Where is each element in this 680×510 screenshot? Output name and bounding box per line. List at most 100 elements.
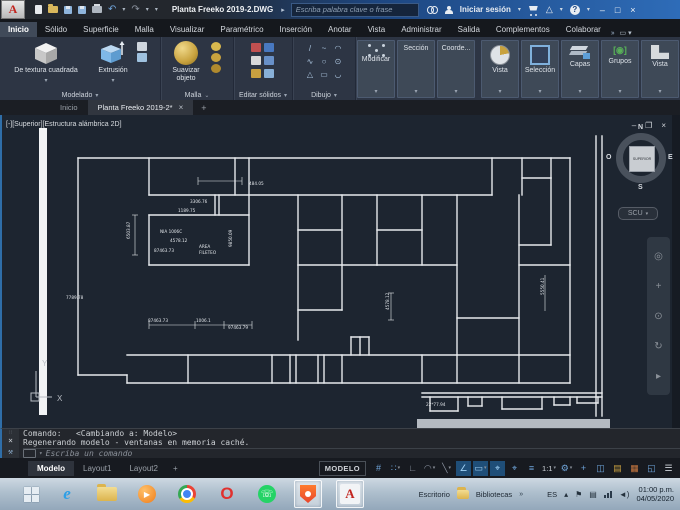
annotation-visibility-icon[interactable]: ⚙ ▾ bbox=[559, 461, 574, 476]
draw-tool-icon[interactable]: ⊙ bbox=[332, 55, 345, 67]
ribbon-tab-vista[interactable]: Vista bbox=[360, 22, 394, 37]
annotation-scale-label[interactable]: 1:1 ▾ bbox=[541, 461, 557, 476]
app-menu-button[interactable]: A bbox=[1, 0, 25, 19]
action-center-icon[interactable]: ▤ bbox=[589, 490, 597, 499]
sign-in-dropdown-icon[interactable]: ▾ bbox=[518, 6, 521, 13]
whatsapp-icon[interactable]: ☏ bbox=[254, 481, 280, 507]
autosnap-icon[interactable]: ∠ bbox=[456, 460, 472, 476]
lineweight-icon[interactable]: ≡ bbox=[524, 461, 539, 476]
ribbon-tab-colaborar[interactable]: Colaborar bbox=[558, 22, 609, 37]
ribbon-tab-superficie[interactable]: Superficie bbox=[75, 22, 127, 37]
smooth-object-tool[interactable]: Suavizar objeto bbox=[164, 40, 208, 82]
mesh-tool-icon[interactable] bbox=[211, 53, 221, 62]
graphics-performance-icon[interactable]: ▦ bbox=[627, 461, 642, 476]
tracking-icon[interactable]: ⌖ bbox=[507, 461, 522, 476]
draw-tool-icon[interactable]: ◡ bbox=[332, 68, 345, 80]
panel-coordenadas[interactable]: Coorde... ▾ bbox=[437, 40, 475, 98]
panel-seleccion[interactable]: Selección ▾ bbox=[521, 40, 559, 98]
action-flag-icon[interactable]: ⚑ bbox=[575, 490, 582, 499]
ribbon-tab-complementos[interactable]: Complementos bbox=[488, 22, 558, 37]
close-button[interactable]: × bbox=[630, 5, 635, 15]
pan-icon[interactable]: + bbox=[656, 281, 662, 292]
clock[interactable]: 01:00 p.m. 04/05/2020 bbox=[636, 485, 674, 504]
ribbon-overflow-icon[interactable]: ›› bbox=[611, 30, 615, 37]
sign-in-button[interactable]: Iniciar sesión bbox=[460, 5, 511, 14]
dynamic-input-icon[interactable]: ▭ ▾ bbox=[473, 460, 489, 476]
viewcube-west[interactable]: O bbox=[606, 154, 611, 161]
mesh-tool-icon[interactable] bbox=[211, 42, 221, 51]
new-layout-button[interactable]: + bbox=[167, 464, 184, 473]
help-dropdown-icon[interactable]: ▾ bbox=[587, 6, 590, 13]
orbit-icon[interactable]: ↻ bbox=[654, 341, 662, 352]
command-dropdown-icon[interactable]: ▾ bbox=[39, 450, 43, 457]
solid-edit-tool-icon[interactable] bbox=[251, 43, 261, 52]
layout-tab-layout2[interactable]: Layout2 bbox=[120, 461, 166, 476]
solid-edit-tool-icon[interactable] bbox=[264, 43, 274, 52]
autocad-taskbar-icon[interactable]: A bbox=[336, 480, 364, 508]
viewcube[interactable]: SUPERIOR N S O E bbox=[606, 124, 673, 191]
draw-tool-icon[interactable]: ∿ bbox=[304, 55, 317, 67]
help-icon[interactable]: ? bbox=[569, 4, 580, 15]
ucs-button[interactable]: SCU ▾ bbox=[618, 207, 658, 220]
viewcube-north[interactable]: N bbox=[638, 124, 643, 131]
panel-vista-2[interactable]: Vista ▾ bbox=[641, 40, 679, 98]
libraries-folder-icon[interactable] bbox=[456, 486, 469, 499]
save-icon[interactable] bbox=[64, 5, 72, 14]
polar-tracking-icon[interactable]: ◠ ▾ bbox=[422, 461, 437, 476]
chrome-icon[interactable] bbox=[174, 481, 200, 507]
hidden-icons-button[interactable]: ▴ bbox=[564, 490, 568, 499]
toolbar-chevron-icon[interactable]: » bbox=[519, 491, 523, 498]
steering-wheel-icon[interactable]: ◎ bbox=[654, 251, 663, 262]
ribbon-tab-salida[interactable]: Salida bbox=[450, 22, 488, 37]
workspace-icon[interactable]: + bbox=[576, 461, 591, 476]
ribbon-tab-inicio[interactable]: Inicio bbox=[0, 22, 37, 37]
modeling-tool-icon[interactable] bbox=[137, 53, 147, 62]
drawing-canvas[interactable]: [-][Superior][Estructura alámbrica 2D] 4… bbox=[0, 115, 680, 428]
extrusion-tool[interactable]: Extrusión ▾ bbox=[92, 40, 134, 84]
plot-icon[interactable] bbox=[92, 4, 102, 13]
new-file-icon[interactable] bbox=[35, 5, 42, 14]
undo-icon[interactable]: ↶ bbox=[108, 4, 116, 14]
clean-screen-icon[interactable]: ◱ bbox=[644, 461, 659, 476]
solid-edit-tool-icon[interactable] bbox=[264, 69, 274, 78]
draw-tool-icon[interactable]: ▭ bbox=[318, 68, 331, 80]
ribbon-tab-administrar[interactable]: Administrar bbox=[393, 22, 449, 37]
ribbon-tab-malla[interactable]: Malla bbox=[127, 22, 162, 37]
command-close-icon[interactable]: × bbox=[8, 437, 13, 445]
panel-vista-1[interactable]: Vista ▾ bbox=[481, 40, 519, 98]
snap-icon[interactable]: ∷ ▾ bbox=[388, 461, 403, 476]
store-cart-icon[interactable] bbox=[528, 6, 539, 16]
viewcube-south[interactable]: S bbox=[638, 184, 643, 191]
panel-label-dibujo[interactable]: Dibujo ▾ bbox=[293, 90, 355, 100]
quick-access-dropdown-icon[interactable]: ▾ bbox=[155, 6, 158, 13]
draw-tool-icon[interactable]: ○ bbox=[318, 55, 331, 67]
osnap-icon[interactable]: ⌖ bbox=[490, 460, 506, 476]
viewcube-east[interactable]: E bbox=[668, 154, 673, 161]
open-file-icon[interactable] bbox=[48, 4, 58, 13]
textured-box-tool[interactable]: De textura cuadrada ▾ bbox=[3, 40, 89, 84]
draw-tool-icon[interactable]: ◠ bbox=[332, 42, 345, 54]
ribbon-tab-visualizar[interactable]: Visualizar bbox=[162, 22, 213, 37]
redo-icon[interactable]: ↷ bbox=[131, 4, 139, 14]
command-input[interactable]: ▾ Escriba un comando bbox=[23, 448, 680, 458]
new-tab-button[interactable]: + bbox=[193, 100, 214, 115]
ribbon-tab-inserción[interactable]: Inserción bbox=[272, 22, 320, 37]
layout-tab-layout1[interactable]: Layout1 bbox=[74, 461, 120, 476]
panel-capas[interactable]: Capas ▾ bbox=[561, 40, 599, 98]
app-dropdown-icon[interactable]: ▾ bbox=[560, 6, 563, 13]
grid-icon[interactable]: # bbox=[371, 461, 386, 476]
autodesk-app-icon[interactable]: △ bbox=[546, 4, 553, 15]
solid-edit-tool-icon[interactable] bbox=[251, 69, 261, 78]
help-search-input[interactable]: Escriba palabra clave o frase bbox=[290, 2, 419, 17]
network-icon[interactable] bbox=[603, 490, 612, 498]
showmotion-icon[interactable]: ▸ bbox=[656, 371, 661, 382]
panel-modificar[interactable]: Modificar ▾ bbox=[357, 40, 395, 98]
layout-tab-modelo[interactable]: Modelo bbox=[28, 460, 74, 476]
ribbon-tab-paramétrico[interactable]: Paramétrico bbox=[212, 22, 271, 37]
ribbon-display-options-icon[interactable]: ▭ ▾ bbox=[620, 29, 632, 37]
file-tab-document[interactable]: Planta Freeko 2019-2* × bbox=[87, 100, 194, 115]
draw-tool-icon[interactable]: / bbox=[304, 42, 317, 54]
modeling-tool-icon[interactable] bbox=[137, 42, 147, 51]
zoom-icon[interactable]: ⊙ bbox=[654, 311, 662, 322]
tab-close-icon[interactable]: × bbox=[179, 103, 184, 112]
